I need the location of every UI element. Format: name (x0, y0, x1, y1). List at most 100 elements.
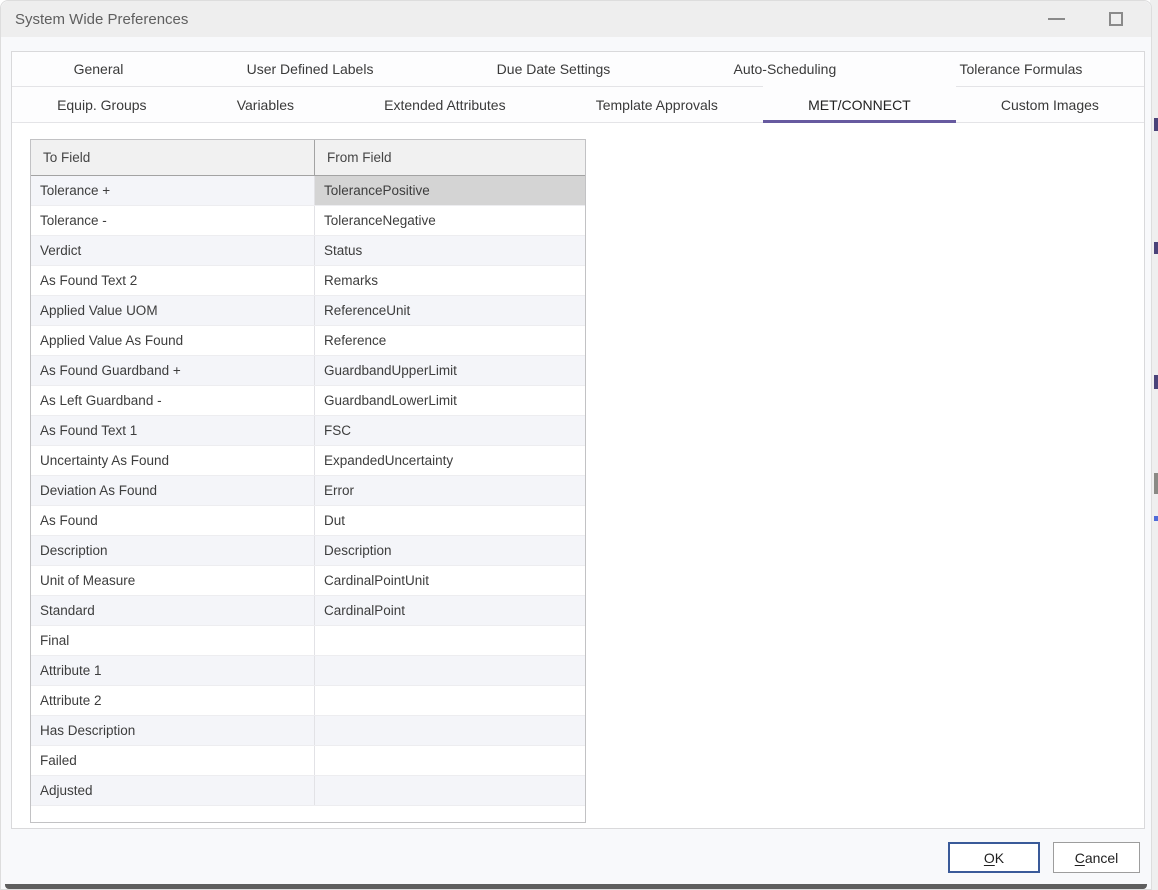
to-field-cell[interactable]: Tolerance - (31, 206, 315, 235)
from-field-cell[interactable]: CardinalPointUnit (315, 566, 585, 595)
from-field-cell[interactable]: TolerancePositive (315, 176, 585, 205)
to-field-cell[interactable]: Deviation As Found (31, 476, 315, 505)
table-row: Description Description (31, 536, 585, 566)
from-field-cell[interactable] (315, 626, 585, 655)
tab-general[interactable]: General (12, 52, 185, 86)
maximize-icon (1109, 12, 1123, 26)
to-field-cell[interactable]: Verdict (31, 236, 315, 265)
table-row: Deviation As Found Error (31, 476, 585, 506)
table-row: As Found Dut (31, 506, 585, 536)
table-row: Has Description (31, 716, 585, 746)
background-artifact (1154, 516, 1158, 521)
tab-label: General (74, 61, 124, 77)
column-header-from-field: From Field (315, 140, 585, 175)
window-title: System Wide Preferences (15, 11, 188, 28)
from-field-cell[interactable]: ReferenceUnit (315, 296, 585, 325)
tab-extended-attributes[interactable]: Extended Attributes (339, 87, 551, 123)
to-field-cell[interactable]: Tolerance + (31, 176, 315, 205)
table-row: As Found Guardband + GuardbandUpperLimit (31, 356, 585, 386)
from-field-cell[interactable]: Description (315, 536, 585, 565)
from-field-cell[interactable]: Remarks (315, 266, 585, 295)
maximize-button[interactable] (1093, 1, 1139, 37)
tab-variables[interactable]: Variables (192, 87, 339, 123)
tab-label: Tolerance Formulas (959, 61, 1082, 77)
table-row: Tolerance + TolerancePositive (31, 176, 585, 206)
cancel-button[interactable]: Cancel (1053, 842, 1140, 873)
from-field-cell[interactable]: Status (315, 236, 585, 265)
dialog-footer: OK Cancel (1, 829, 1151, 886)
tab-label: User Defined Labels (247, 61, 374, 77)
tab-template-approvals[interactable]: Template Approvals (551, 87, 763, 123)
field-mapping-table: To Field From Field Tolerance + Toleranc… (30, 139, 586, 823)
dialog-window: System Wide Preferences General User Def… (0, 0, 1152, 890)
from-field-cell[interactable]: GuardbandLowerLimit (315, 386, 585, 415)
screen: System Wide Preferences General User Def… (0, 0, 1158, 890)
tab-auto-scheduling[interactable]: Auto-Scheduling (672, 52, 898, 86)
titlebar[interactable]: System Wide Preferences (1, 1, 1151, 37)
table-row: Uncertainty As Found ExpandedUncertainty (31, 446, 585, 476)
to-field-cell[interactable]: As Found (31, 506, 315, 535)
tab-label: MET/CONNECT (808, 97, 911, 113)
tab-strip: General User Defined Labels Due Date Set… (12, 52, 1144, 123)
tab-equip-groups[interactable]: Equip. Groups (12, 87, 192, 123)
from-field-cell[interactable]: Dut (315, 506, 585, 535)
table-body: Tolerance + TolerancePositive Tolerance … (31, 176, 585, 806)
tab-label: Equip. Groups (57, 97, 147, 113)
from-field-cell[interactable] (315, 656, 585, 685)
table-row: Attribute 2 (31, 686, 585, 716)
table-row: Verdict Status (31, 236, 585, 266)
from-field-cell[interactable]: Error (315, 476, 585, 505)
ok-button[interactable]: OK (948, 842, 1040, 873)
from-field-cell[interactable] (315, 716, 585, 745)
to-field-cell[interactable]: Standard (31, 596, 315, 625)
table-row: As Left Guardband - GuardbandLowerLimit (31, 386, 585, 416)
from-field-cell[interactable] (315, 746, 585, 775)
to-field-cell[interactable]: Uncertainty As Found (31, 446, 315, 475)
from-field-cell[interactable] (315, 776, 585, 805)
to-field-cell[interactable]: Description (31, 536, 315, 565)
to-field-cell[interactable]: Unit of Measure (31, 566, 315, 595)
tab-user-defined-labels[interactable]: User Defined Labels (185, 52, 435, 86)
tab-row-2: Equip. Groups Variables Extended Attribu… (12, 87, 1144, 123)
from-field-cell[interactable]: FSC (315, 416, 585, 445)
table-row: Attribute 1 (31, 656, 585, 686)
background-artifact (1154, 473, 1158, 494)
to-field-cell[interactable]: Adjusted (31, 776, 315, 805)
column-header-to-field: To Field (31, 140, 315, 175)
to-field-cell[interactable]: Final (31, 626, 315, 655)
minimize-icon (1048, 18, 1065, 20)
to-field-cell[interactable]: As Found Guardband + (31, 356, 315, 385)
to-field-cell[interactable]: As Found Text 2 (31, 266, 315, 295)
to-field-cell[interactable]: Has Description (31, 716, 315, 745)
tab-label: Due Date Settings (497, 61, 611, 77)
minimize-button[interactable] (1033, 1, 1079, 37)
to-field-cell[interactable]: As Found Text 1 (31, 416, 315, 445)
table-row: Applied Value As Found Reference (31, 326, 585, 356)
met-connect-tab-page: To Field From Field Tolerance + Toleranc… (12, 123, 1144, 828)
from-field-cell[interactable] (315, 686, 585, 715)
background-artifact (1154, 118, 1158, 131)
from-field-cell[interactable]: ExpandedUncertainty (315, 446, 585, 475)
table-row: As Found Text 2 Remarks (31, 266, 585, 296)
to-field-cell[interactable]: Attribute 1 (31, 656, 315, 685)
table-header-row: To Field From Field (31, 140, 585, 176)
to-field-cell[interactable]: As Left Guardband - (31, 386, 315, 415)
to-field-cell[interactable]: Applied Value As Found (31, 326, 315, 355)
tab-tolerance-formulas[interactable]: Tolerance Formulas (898, 52, 1144, 86)
table-row: Final (31, 626, 585, 656)
to-field-cell[interactable]: Applied Value UOM (31, 296, 315, 325)
to-field-cell[interactable]: Failed (31, 746, 315, 775)
table-row: Standard CardinalPoint (31, 596, 585, 626)
tab-label: Variables (237, 97, 294, 113)
from-field-cell[interactable]: GuardbandUpperLimit (315, 356, 585, 385)
from-field-cell[interactable]: ToleranceNegative (315, 206, 585, 235)
from-field-cell[interactable]: CardinalPoint (315, 596, 585, 625)
tab-due-date-settings[interactable]: Due Date Settings (435, 52, 672, 86)
to-field-cell[interactable]: Attribute 2 (31, 686, 315, 715)
tab-custom-images[interactable]: Custom Images (956, 87, 1144, 123)
tab-met-connect[interactable]: MET/CONNECT (763, 87, 956, 123)
table-row: Tolerance - ToleranceNegative (31, 206, 585, 236)
table-row: Failed (31, 746, 585, 776)
background-artifact (1154, 375, 1158, 389)
from-field-cell[interactable]: Reference (315, 326, 585, 355)
